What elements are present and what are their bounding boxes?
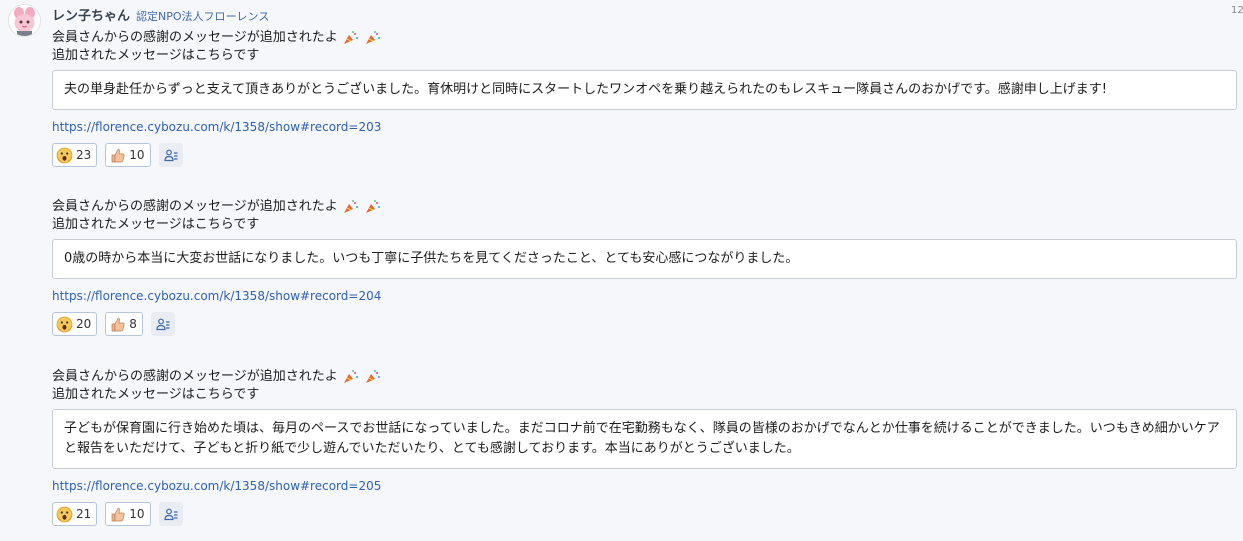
intro-line: 会員さんからの感謝のメッセージが追加されたよ <box>52 29 1237 47</box>
message-block: 会員さんからの感謝のメッセージが追加されたよ 追加されたメッセージはこちらです … <box>52 29 1237 167</box>
intro-text: 会員さんからの感謝のメッセージが追加されたよ <box>52 30 338 45</box>
party-popper-icon <box>343 31 358 44</box>
reacted-users-button[interactable] <box>158 143 183 167</box>
quoted-message: 夫の単身赴任からずっと支えて頂きありがとうございました。育休明けと同時にスタート… <box>52 70 1237 110</box>
thumbs-up-icon <box>111 317 125 331</box>
intro-line: 会員さんからの感謝のメッセージが追加されたよ <box>52 198 1237 216</box>
thumbs-up-icon <box>111 148 125 162</box>
sub-line: 追加されたメッセージはこちらです <box>52 217 260 232</box>
face-screaming-icon <box>56 147 73 163</box>
party-popper-icon <box>365 200 380 213</box>
intro-text: 会員さんからの感謝のメッセージが追加されたよ <box>52 199 338 214</box>
message-block: 会員さんからの感謝のメッセージが追加されたよ 追加されたメッセージはこちらです … <box>52 368 1237 526</box>
reaction-bar: 21 10 <box>52 502 1237 526</box>
reacted-users-button[interactable] <box>150 312 175 336</box>
sender-organization[interactable]: 認定NPO法人フローレンス <box>136 8 269 24</box>
people-list-icon <box>163 508 178 521</box>
reaction-thumbs-count: 10 <box>129 148 145 162</box>
reaction-thumbs-count: 10 <box>129 507 145 521</box>
reaction-wow[interactable]: 20 <box>52 312 98 336</box>
sender-avatar[interactable] <box>8 4 41 37</box>
people-list-icon <box>163 149 178 162</box>
record-link[interactable]: https://florence.cybozu.com/k/1358/show#… <box>52 478 381 494</box>
party-popper-icon <box>343 200 358 213</box>
character-avatar-icon <box>9 5 40 36</box>
face-screaming-icon <box>56 316 73 332</box>
sender-name[interactable]: レン子ちゃん <box>52 5 130 24</box>
reaction-bar: 20 8 <box>52 312 1237 336</box>
intro-text: 会員さんからの感謝のメッセージが追加されたよ <box>52 369 338 384</box>
reaction-thumbs-up[interactable]: 10 <box>105 502 151 526</box>
reacted-users-button[interactable] <box>158 502 183 526</box>
message-timestamp[interactable]: 12 <box>1231 5 1243 16</box>
quoted-message: 0歳の時から本当に大変お世話になりました。いつも丁寧に子供たちを見てくださったこ… <box>52 239 1237 279</box>
message-header: レン子ちゃん 認定NPO法人フローレンス <box>52 5 269 24</box>
reaction-wow[interactable]: 23 <box>52 143 98 167</box>
record-link[interactable]: https://florence.cybozu.com/k/1358/show#… <box>52 288 381 304</box>
reaction-wow-count: 23 <box>76 148 92 162</box>
reaction-thumbs-up[interactable]: 10 <box>105 143 151 167</box>
party-popper-icon <box>343 370 358 383</box>
face-screaming-icon <box>56 506 73 522</box>
reaction-wow-count: 20 <box>76 317 92 331</box>
party-popper-icon <box>365 370 380 383</box>
message-block: 会員さんからの感謝のメッセージが追加されたよ 追加されたメッセージはこちらです … <box>52 198 1237 336</box>
reaction-thumbs-count: 8 <box>129 317 137 331</box>
reaction-wow[interactable]: 21 <box>52 502 98 526</box>
reaction-wow-count: 21 <box>76 507 92 521</box>
people-list-icon <box>156 318 170 331</box>
record-link[interactable]: https://florence.cybozu.com/k/1358/show#… <box>52 119 381 135</box>
thumbs-up-icon <box>111 507 125 521</box>
sub-line: 追加されたメッセージはこちらです <box>52 48 260 63</box>
intro-line: 会員さんからの感謝のメッセージが追加されたよ <box>52 368 1237 386</box>
quoted-message: 子どもが保育園に行き始めた頃は、毎月のペースでお世話になっていました。まだコロナ… <box>52 409 1237 469</box>
sub-line: 追加されたメッセージはこちらです <box>52 387 260 402</box>
reaction-bar: 23 10 <box>52 143 1237 167</box>
party-popper-icon <box>365 31 380 44</box>
reaction-thumbs-up[interactable]: 8 <box>105 312 143 336</box>
